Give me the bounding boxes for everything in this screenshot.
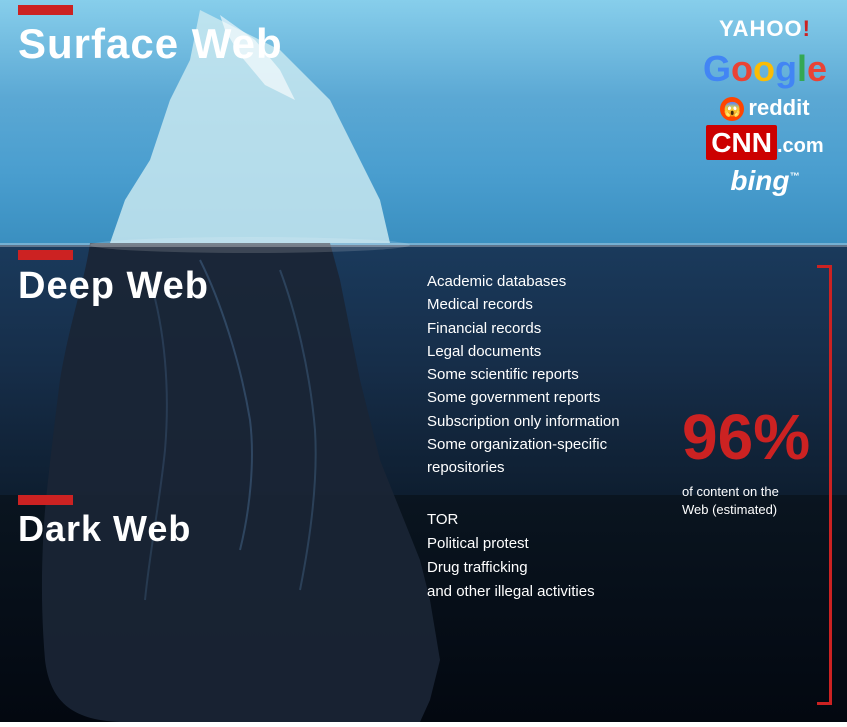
reddit-icon: 😱	[720, 97, 744, 121]
dark-accent-bar	[18, 495, 73, 505]
dark-item-1: TOR	[427, 508, 595, 532]
deep-item-3: Financial records	[427, 317, 620, 340]
surface-logos-container: YAHOO! Google 😱 reddit CNN.com bing™	[703, 15, 827, 200]
cnn-logo: CNN.com	[706, 125, 823, 161]
stats-bracket: 96% of content on the Web (estimated)	[677, 265, 832, 705]
yahoo-logo: YAHOO!	[719, 15, 811, 44]
deep-item-1: Academic databases	[427, 270, 620, 293]
deep-item-5: Some scientific reports	[427, 363, 620, 386]
percentage-description: of content on the Web (estimated)	[682, 483, 792, 519]
deep-accent-bar	[18, 250, 73, 260]
dark-web-label: Dark Web	[18, 508, 191, 550]
bracket-line	[817, 265, 832, 705]
deep-item-4: Legal documents	[427, 340, 620, 363]
dark-item-4: and other illegal activities	[427, 580, 595, 604]
deep-item-2: Medical records	[427, 293, 620, 316]
surface-accent-bar	[18, 5, 73, 15]
dark-web-content: TOR Political protest Drug trafficking a…	[427, 508, 595, 604]
dark-item-2: Political protest	[427, 532, 595, 556]
google-logo: Google	[703, 46, 827, 93]
surface-web-label: Surface Web	[18, 20, 283, 68]
bing-logo: bing™	[730, 163, 799, 199]
water-line	[0, 243, 847, 247]
deep-web-label: Deep Web	[18, 265, 209, 308]
deep-web-content: Academic databases Medical records Finan…	[427, 270, 620, 479]
deep-item-6: Some government reports	[427, 386, 620, 409]
percentage-stat: 96%	[682, 405, 810, 469]
deep-item-7: Subscription only information	[427, 410, 620, 433]
reddit-logo: 😱 reddit	[720, 94, 809, 123]
deep-item-9: repositories	[427, 456, 620, 479]
dark-item-3: Drug trafficking	[427, 556, 595, 580]
deep-item-8: Some organization-specific	[427, 433, 620, 456]
